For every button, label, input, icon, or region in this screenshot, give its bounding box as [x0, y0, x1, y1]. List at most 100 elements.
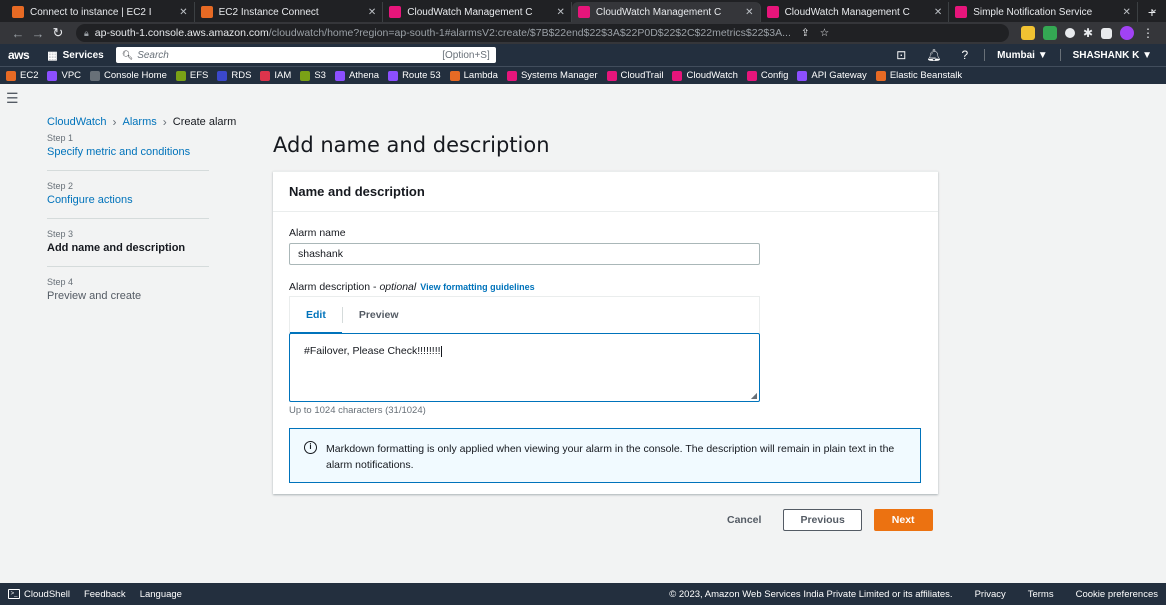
share-icon[interactable]: ⇪ — [801, 27, 810, 39]
footer-right: © 2023, Amazon Web Services India Privat… — [647, 589, 1158, 600]
favorite-systems-manager[interactable]: Systems Manager — [506, 70, 598, 81]
favorite-rds[interactable]: RDS — [217, 70, 251, 81]
close-icon[interactable]: ✕ — [179, 7, 187, 18]
aws-logo[interactable]: aws — [8, 48, 30, 62]
favorite-athena[interactable]: Athena — [334, 70, 379, 81]
region-selector[interactable]: Mumbai ▼ — [997, 50, 1047, 61]
extension-icon[interactable] — [1042, 26, 1057, 40]
browser-tab[interactable]: Simple Notification Service ✕ — [949, 2, 1138, 22]
favorite-console-home[interactable]: Console Home — [90, 70, 167, 81]
favorite-lambda[interactable]: Lambda — [449, 70, 498, 81]
close-icon[interactable]: ✕ — [745, 7, 753, 18]
cloudtrail-icon — [606, 70, 617, 81]
alarm-name-input[interactable]: shashank — [289, 243, 760, 265]
breadcrumb-current: Create alarm — [172, 116, 237, 128]
favorite-s3[interactable]: S3 — [300, 70, 326, 81]
extensions-puzzle-icon[interactable]: ✱ — [1083, 26, 1093, 40]
bookmark-star-icon[interactable]: ☆ — [820, 27, 829, 39]
ec2-icon — [6, 70, 16, 81]
resize-handle-icon[interactable]: ◢ — [751, 391, 757, 400]
address-bar[interactable]: 🔒︎ ap-south-1.console.aws.amazon.com/clo… — [76, 24, 1009, 42]
step-link-specify-metric[interactable]: Specify metric and conditions — [47, 146, 209, 158]
favorite-route-53[interactable]: Route 53 — [388, 70, 441, 81]
divider — [984, 49, 986, 61]
favorite-config[interactable]: Config — [746, 70, 788, 81]
privacy-link[interactable]: Privacy — [975, 589, 1006, 600]
browser-menu-icon[interactable]: ⋮ — [1142, 26, 1154, 40]
cancel-button[interactable]: Cancel — [727, 514, 783, 526]
favorite-iam[interactable]: IAM — [260, 70, 291, 81]
efs-icon — [175, 70, 186, 81]
close-icon[interactable]: ✕ — [934, 7, 942, 18]
account-menu[interactable]: SHASHANK K ▼ — [1073, 50, 1152, 61]
terms-link[interactable]: Terms — [1028, 589, 1054, 600]
step-link-configure-actions[interactable]: Configure actions — [47, 194, 209, 206]
close-icon[interactable]: ✕ — [1122, 7, 1130, 18]
tab-search-icon[interactable]: ⌄ — [1150, 4, 1158, 15]
cloudshell-icon[interactable]: ⊡ — [896, 48, 906, 62]
favorite-cloudtrail[interactable]: CloudTrail — [606, 70, 663, 81]
systems-manager-icon — [506, 70, 517, 81]
cloudwatch-icon — [389, 6, 402, 18]
previous-button[interactable]: Previous — [783, 509, 862, 531]
panel-title: Name and description — [273, 172, 938, 212]
tab-edit[interactable]: Edit — [290, 297, 342, 334]
text-caret — [440, 345, 442, 357]
editor-tabs: Edit Preview — [289, 296, 760, 334]
language-link[interactable]: Language — [140, 589, 182, 600]
browser-tab[interactable]: Connect to instance | EC2 I ✕ — [6, 2, 195, 22]
alarm-description-textarea[interactable]: #Failover, Please Check!!!!!!!! ◢ — [289, 333, 760, 402]
browser-tab-active[interactable]: CloudWatch Management C ✕ — [571, 2, 761, 22]
cloudwatch-icon — [672, 70, 683, 81]
form-actions: Cancel Previous Next — [727, 509, 933, 531]
menu-icon[interactable]: ☰ — [6, 90, 19, 107]
extension-icon[interactable] — [1020, 26, 1035, 40]
vpc-icon — [47, 70, 58, 81]
chevron-right-icon: › — [162, 115, 167, 129]
close-icon[interactable]: ✕ — [557, 7, 565, 18]
back-icon[interactable]: ← — [8, 26, 28, 41]
services-menu[interactable]: ▦ Services — [47, 49, 104, 62]
wizard-step-2: Step 2 Configure actions — [47, 181, 209, 219]
browser-tab-strip: Connect to instance | EC2 I ✕ EC2 Instanc… — [0, 0, 1166, 22]
athena-icon — [334, 70, 345, 81]
browser-tab[interactable]: EC2 Instance Connect ✕ — [195, 2, 384, 22]
browser-tab[interactable]: CloudWatch Management C ✕ — [383, 2, 572, 22]
elastic-beanstalk-icon — [875, 70, 886, 81]
reload-icon[interactable]: ↻ — [48, 25, 68, 41]
formatting-guidelines-link[interactable]: View formatting guidelines — [420, 282, 534, 292]
console-footer: >_ CloudShell Feedback Language © 2023, A… — [0, 583, 1166, 605]
browser-toolbar: ← → ↻ 🔒︎ ap-south-1.console.aws.amazon.c… — [0, 22, 1166, 44]
s3-icon — [300, 70, 311, 81]
favorite-elastic-beanstalk[interactable]: Elastic Beanstalk — [875, 70, 962, 81]
profile-avatar[interactable] — [1120, 26, 1134, 40]
route-53-icon — [388, 70, 399, 81]
next-button[interactable]: Next — [873, 509, 933, 531]
forward-icon[interactable]: → — [28, 26, 48, 41]
character-count-hint: Up to 1024 characters (31/1024) — [289, 405, 426, 416]
cloudshell-button[interactable]: >_ CloudShell — [8, 589, 70, 600]
sns-icon — [955, 6, 968, 18]
notifications-bell-icon[interactable]: 🔔︎ — [926, 48, 941, 62]
breadcrumb-alarms[interactable]: Alarms — [123, 116, 157, 128]
favorite-vpc[interactable]: VPC — [47, 70, 81, 81]
copyright-text: © 2023, Amazon Web Services India Privat… — [669, 588, 953, 600]
browser-tab[interactable]: CloudWatch Management C ✕ — [761, 2, 950, 22]
lock-icon[interactable]: 🔒︎ — [84, 28, 89, 39]
aws-ec2-icon — [200, 6, 213, 18]
favorite-ec2[interactable]: EC2 — [6, 70, 38, 81]
close-icon[interactable]: ✕ — [368, 7, 376, 18]
feedback-link[interactable]: Feedback — [84, 589, 126, 600]
search-input[interactable]: 🔍︎ Search [Option+S] — [115, 47, 496, 63]
extension-icon[interactable] — [1064, 28, 1075, 38]
tab-preview[interactable]: Preview — [343, 297, 415, 333]
favorite-api-gateway[interactable]: API Gateway — [797, 70, 867, 81]
sidebar-icon[interactable] — [1101, 27, 1112, 39]
cookie-preferences-link[interactable]: Cookie preferences — [1076, 589, 1158, 600]
breadcrumb: CloudWatch › Alarms › Create alarm — [47, 115, 236, 129]
aws-top-nav: aws ▦ Services 🔍︎ Search [Option+S] ⊡ 🔔︎… — [0, 44, 1166, 66]
favorite-efs[interactable]: EFS — [175, 70, 208, 81]
breadcrumb-cloudwatch[interactable]: CloudWatch — [47, 116, 107, 128]
favorite-cloudwatch[interactable]: CloudWatch — [672, 70, 738, 81]
help-icon[interactable]: ? — [961, 48, 968, 62]
